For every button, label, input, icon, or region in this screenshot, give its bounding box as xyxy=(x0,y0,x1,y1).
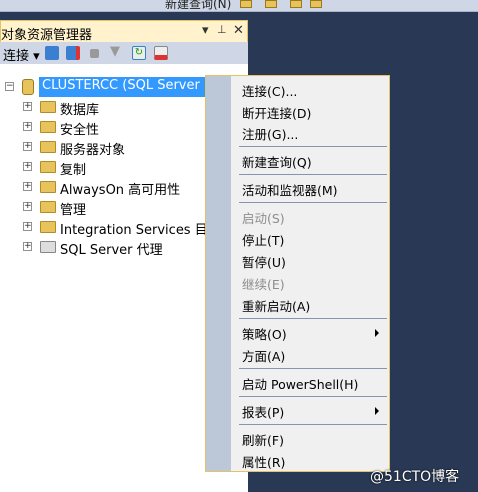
folder-icon xyxy=(40,161,56,173)
panel-header: 对象资源管理器 ▾ ⊥ ✕ xyxy=(0,20,248,43)
folder-icon xyxy=(40,181,56,193)
activity-monitor-icon[interactable] xyxy=(154,46,168,60)
panel-title: 对象资源管理器 xyxy=(1,28,93,43)
menu-separator xyxy=(239,396,387,397)
pin-icon[interactable]: ⊥ xyxy=(217,23,227,36)
menu-item-stop[interactable]: 停止(T) xyxy=(242,230,284,249)
menu-item-refresh[interactable]: 刷新(F) xyxy=(242,430,284,449)
menu-separator xyxy=(239,424,387,425)
context-menu: 连接(C)... 断开连接(D) 注册(G)... 新建查询(Q) 活动和监视器… xyxy=(205,75,390,472)
watermark: @51CTO博客 xyxy=(370,469,460,485)
expand-icon[interactable]: + xyxy=(23,162,32,171)
menu-item-facets[interactable]: 方面(A) xyxy=(242,346,285,365)
tree-item-label: SQL Server 代理 xyxy=(60,243,163,258)
expand-icon[interactable]: + xyxy=(23,122,32,131)
menu-item-properties[interactable]: 属性(R) xyxy=(242,452,285,471)
tree-item-label: AlwaysOn 高可用性 xyxy=(60,183,181,198)
server-icon xyxy=(22,79,34,95)
agent-icon xyxy=(40,241,56,253)
menu-item-connect[interactable]: 连接(C)... xyxy=(242,81,297,100)
refresh-icon[interactable]: ↻ xyxy=(132,46,146,60)
filter-icon[interactable]: ▼ xyxy=(110,44,124,59)
connect-label: 连接 xyxy=(3,49,30,64)
stop-icon[interactable] xyxy=(90,49,99,58)
menu-separator xyxy=(239,318,387,319)
toolbar-icon[interactable] xyxy=(240,0,252,8)
folder-icon xyxy=(40,221,56,233)
tree-item-label: 管理 xyxy=(60,203,87,218)
menu-item-reports[interactable]: 报表(P) xyxy=(242,402,284,421)
submenu-arrow-icon xyxy=(375,329,379,337)
close-icon[interactable]: ✕ xyxy=(233,23,244,38)
connect-button[interactable]: 连接 ▾ xyxy=(3,45,40,64)
folder-icon xyxy=(40,201,56,213)
menu-item-pause[interactable]: 暂停(U) xyxy=(242,252,286,271)
expand-icon[interactable]: + xyxy=(23,222,32,231)
new-query-button[interactable]: 新建查询(N) xyxy=(165,0,231,11)
menu-gutter xyxy=(206,76,231,471)
tree-item-label: 复制 xyxy=(60,163,87,178)
panel-toolbar: 连接 ▾ ▼ ↻ xyxy=(0,42,248,64)
tree-item-label: Integration Services 目录 xyxy=(60,223,221,238)
folder-icon xyxy=(40,101,56,113)
menu-separator xyxy=(239,368,387,369)
menu-item-disconnect[interactable]: 断开连接(D) xyxy=(242,103,311,122)
menu-separator xyxy=(239,202,387,203)
expand-icon[interactable]: + xyxy=(23,102,32,111)
toolbar-icon[interactable] xyxy=(310,0,322,8)
tree-item-label: 数据库 xyxy=(60,103,100,118)
menu-item-new-query[interactable]: 新建查询(Q) xyxy=(242,152,312,171)
menu-separator xyxy=(239,174,387,175)
dropdown-icon[interactable]: ▾ xyxy=(202,23,209,38)
toolbar-icon[interactable] xyxy=(265,0,277,8)
tree-item-label: 服务器对象 xyxy=(60,143,126,158)
folder-icon xyxy=(40,121,56,133)
menu-item-start: 启动(S) xyxy=(242,211,285,226)
expand-icon[interactable]: + xyxy=(23,242,32,251)
menu-item-restart[interactable]: 重新启动(A) xyxy=(242,296,310,315)
menu-item-resume: 继续(E) xyxy=(242,277,285,292)
menu-item-register[interactable]: 注册(G)... xyxy=(242,124,298,143)
disconnect-icon[interactable] xyxy=(66,46,80,60)
menu-item-powershell[interactable]: 启动 PowerShell(H) xyxy=(242,374,358,393)
submenu-arrow-icon xyxy=(375,407,379,415)
menu-item-activity-monitor[interactable]: 活动和监视器(M) xyxy=(242,180,338,199)
tree-item-label: 安全性 xyxy=(60,123,100,138)
connect-object-icon[interactable] xyxy=(45,46,59,60)
collapse-icon[interactable]: − xyxy=(5,82,14,91)
toolbar-icon[interactable] xyxy=(290,0,302,8)
folder-icon xyxy=(40,141,56,153)
menu-item-policies[interactable]: 策略(O) xyxy=(242,324,287,343)
menu-separator xyxy=(239,146,387,147)
expand-icon[interactable]: + xyxy=(23,142,32,151)
expand-icon[interactable]: + xyxy=(23,202,32,211)
main-toolbar: 新建查询(N) xyxy=(0,0,478,12)
expand-icon[interactable]: + xyxy=(23,182,32,191)
